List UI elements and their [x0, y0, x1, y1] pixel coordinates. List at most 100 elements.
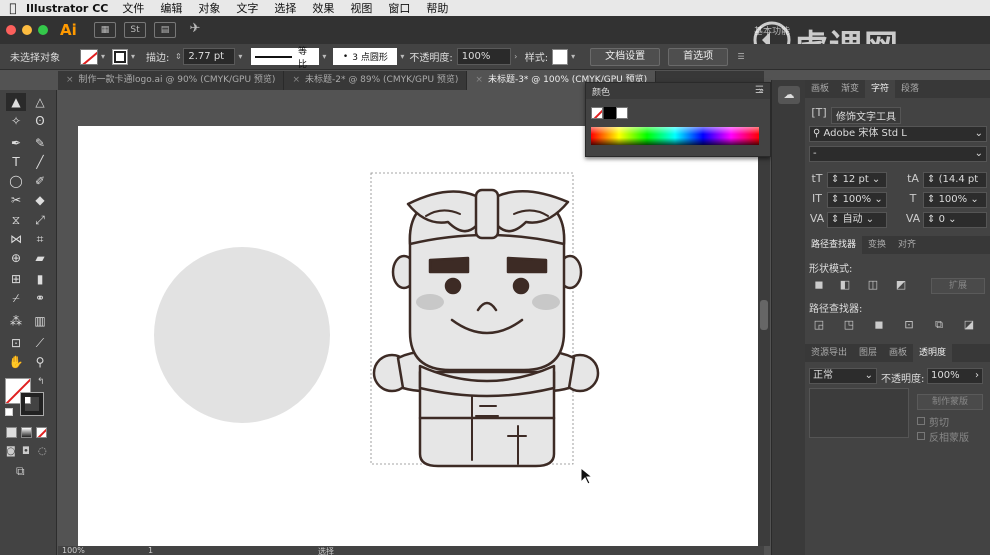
default-colors-icon[interactable] [5, 408, 13, 416]
document-setup-button[interactable]: 文档设置 [590, 47, 661, 66]
tab-document-2[interactable]: × 未标题-2* @ 89% (CMYK/GPU 预览) [284, 71, 468, 90]
magic-wand-tool-icon[interactable]: ✧ [6, 112, 26, 130]
minus-front-icon[interactable]: ◧ [837, 278, 853, 292]
align-menu-icon[interactable]: ☰ [736, 52, 746, 61]
free-transform-tool-icon[interactable]: ⌗ [30, 230, 50, 248]
menu-effect[interactable]: 效果 [312, 0, 334, 16]
draw-inside-icon[interactable]: ◌ [38, 446, 47, 457]
opacity-arrow-icon[interactable]: › [511, 52, 521, 61]
eyedropper-tool-icon[interactable]: ⌿ [6, 289, 26, 307]
brush-dropdown-icon[interactable]: ▾ [397, 52, 407, 61]
draw-normal-icon[interactable]: ◙ [6, 446, 16, 457]
divide-icon[interactable]: ◲ [811, 318, 827, 332]
menu-view[interactable]: 视图 [350, 0, 372, 16]
minus-back-icon[interactable]: ◪ [961, 318, 977, 332]
pen-tool-icon[interactable]: ✒ [6, 134, 26, 152]
mesh-tool-icon[interactable]: ⊞ [6, 270, 26, 288]
symbol-sprayer-tool-icon[interactable]: ⁂ [6, 312, 26, 330]
menu-type[interactable]: 文字 [236, 0, 258, 16]
tab-pathfinder[interactable]: 路径查找器 [805, 236, 863, 254]
white-color-swatch[interactable] [616, 107, 628, 119]
make-mask-button[interactable]: 制作蒙版 [917, 394, 983, 410]
brush-definition[interactable]: • 3 点圆形 [333, 48, 398, 65]
draw-behind-icon[interactable]: ◘ [22, 446, 30, 457]
tab-transform[interactable]: 变换 [862, 236, 892, 254]
tab-align[interactable]: 对齐 [892, 236, 922, 254]
curvature-tool-icon[interactable]: ✎ [30, 134, 50, 152]
tab-artboards-2[interactable]: 画板 [883, 344, 913, 362]
crop-icon[interactable]: ⊡ [901, 318, 917, 332]
none-color-swatch[interactable] [591, 107, 603, 119]
transparency-opacity-input[interactable]: 100% › [927, 368, 983, 384]
leading-input[interactable]: ⇕ (14.4 pt [923, 172, 987, 188]
stroke-stepper-icon[interactable]: ⇕ [173, 52, 183, 61]
outline-icon[interactable]: ⧉ [931, 318, 947, 332]
hand-tool-icon[interactable]: ✋ [6, 353, 26, 371]
tab-gradient[interactable]: 渐变 [835, 80, 865, 98]
stroke-weight-input[interactable]: 2.77 pt [183, 48, 236, 65]
merge-icon[interactable]: ◼ [871, 318, 887, 332]
unite-icon[interactable]: ◼ [811, 278, 827, 292]
paintbrush-tool-icon[interactable]: ✐ [30, 172, 50, 190]
opacity-input[interactable]: 100% [456, 48, 511, 65]
variable-width-profile[interactable]: 等比 [251, 47, 320, 70]
style-dropdown-icon[interactable]: ▾ [568, 52, 578, 61]
close-tab-icon[interactable]: × [475, 75, 483, 85]
artboard-tool-icon[interactable]: ⊡ [6, 334, 26, 352]
close-tab-icon[interactable]: × [292, 75, 300, 85]
scrollbar-thumb[interactable] [760, 300, 768, 330]
kerning-input[interactable]: ⇕ 自动 ⌄ [827, 212, 887, 228]
fill-dropdown-icon[interactable]: ▾ [98, 52, 108, 61]
preferences-button[interactable]: 首选项 [668, 47, 729, 66]
blend-tool-icon[interactable]: ⚭ [30, 289, 50, 307]
menu-file[interactable]: 文件 [122, 0, 144, 16]
gradient-tool-icon[interactable]: ▮ [30, 270, 50, 288]
font-style-select[interactable]: - ⌄ [809, 146, 987, 162]
close-tab-icon[interactable]: × [66, 75, 74, 85]
horizontal-scale-input[interactable]: ⇕ 100% ⌄ [923, 192, 987, 208]
gray-circle[interactable] [154, 247, 330, 423]
artboard-number[interactable]: 1 [148, 546, 153, 555]
menu-help[interactable]: 帮助 [426, 0, 448, 16]
zoom-tool-icon[interactable]: ⚲ [30, 353, 50, 371]
minimize-window-button[interactable] [22, 25, 32, 35]
tab-character[interactable]: 字符 [865, 80, 896, 98]
exclude-icon[interactable]: ◩ [893, 278, 909, 292]
line-tool-icon[interactable]: ╱ [30, 153, 50, 171]
font-family-select[interactable]: ⚲ Adobe 宋体 Std L ⌄ [809, 126, 987, 142]
menu-select[interactable]: 选择 [274, 0, 296, 16]
profile-dropdown-icon[interactable]: ▾ [319, 52, 329, 61]
touch-type-tool-button[interactable]: 修饰文字工具 [831, 107, 901, 124]
libraries-icon[interactable]: ☁ [778, 86, 800, 104]
tab-artboards[interactable]: 画板 [805, 80, 835, 98]
clip-checkbox[interactable] [917, 417, 925, 425]
black-color-swatch[interactable] [604, 107, 616, 119]
tab-asset-export[interactable]: 资源导出 [805, 344, 853, 362]
stroke-dropdown-icon[interactable]: ▾ [128, 52, 138, 61]
stock-button[interactable]: St [124, 22, 146, 38]
font-size-input[interactable]: ⇕ 12 pt ⌄ [827, 172, 887, 188]
invert-mask-checkbox[interactable] [917, 432, 925, 440]
gpu-performance-icon[interactable]: ✈ [184, 22, 206, 38]
column-graph-tool-icon[interactable]: ▥ [30, 312, 50, 330]
eraser-tool-icon[interactable]: ◆ [30, 191, 50, 209]
direct-selection-tool-icon[interactable]: △ [30, 93, 50, 111]
width-tool-icon[interactable]: ⋈ [6, 230, 26, 248]
reflect-tool-icon[interactable]: ⧖ [6, 211, 26, 229]
apple-icon[interactable]:  [0, 1, 26, 15]
fill-swatch[interactable] [80, 48, 98, 65]
shape-builder-tool-icon[interactable]: ⊕ [6, 249, 26, 267]
color-panel-title[interactable]: 颜色 [592, 85, 610, 98]
tab-document-1[interactable]: × 制作一款卡通logo.ai @ 90% (CMYK/GPU 预览) [58, 71, 285, 90]
tab-layers[interactable]: 图层 [853, 344, 883, 362]
menu-edit[interactable]: 编辑 [160, 0, 182, 16]
artboard[interactable] [78, 126, 758, 546]
gradient-mode-icon[interactable] [21, 427, 32, 438]
ellipse-tool-icon[interactable]: ◯ [6, 172, 26, 190]
color-spectrum[interactable] [591, 127, 759, 145]
trim-icon[interactable]: ◳ [841, 318, 857, 332]
vertical-scrollbar[interactable] [758, 90, 770, 546]
expand-button[interactable]: 扩展 [931, 278, 985, 294]
zoom-level[interactable]: 100% [62, 546, 85, 555]
close-window-button[interactable] [6, 25, 16, 35]
